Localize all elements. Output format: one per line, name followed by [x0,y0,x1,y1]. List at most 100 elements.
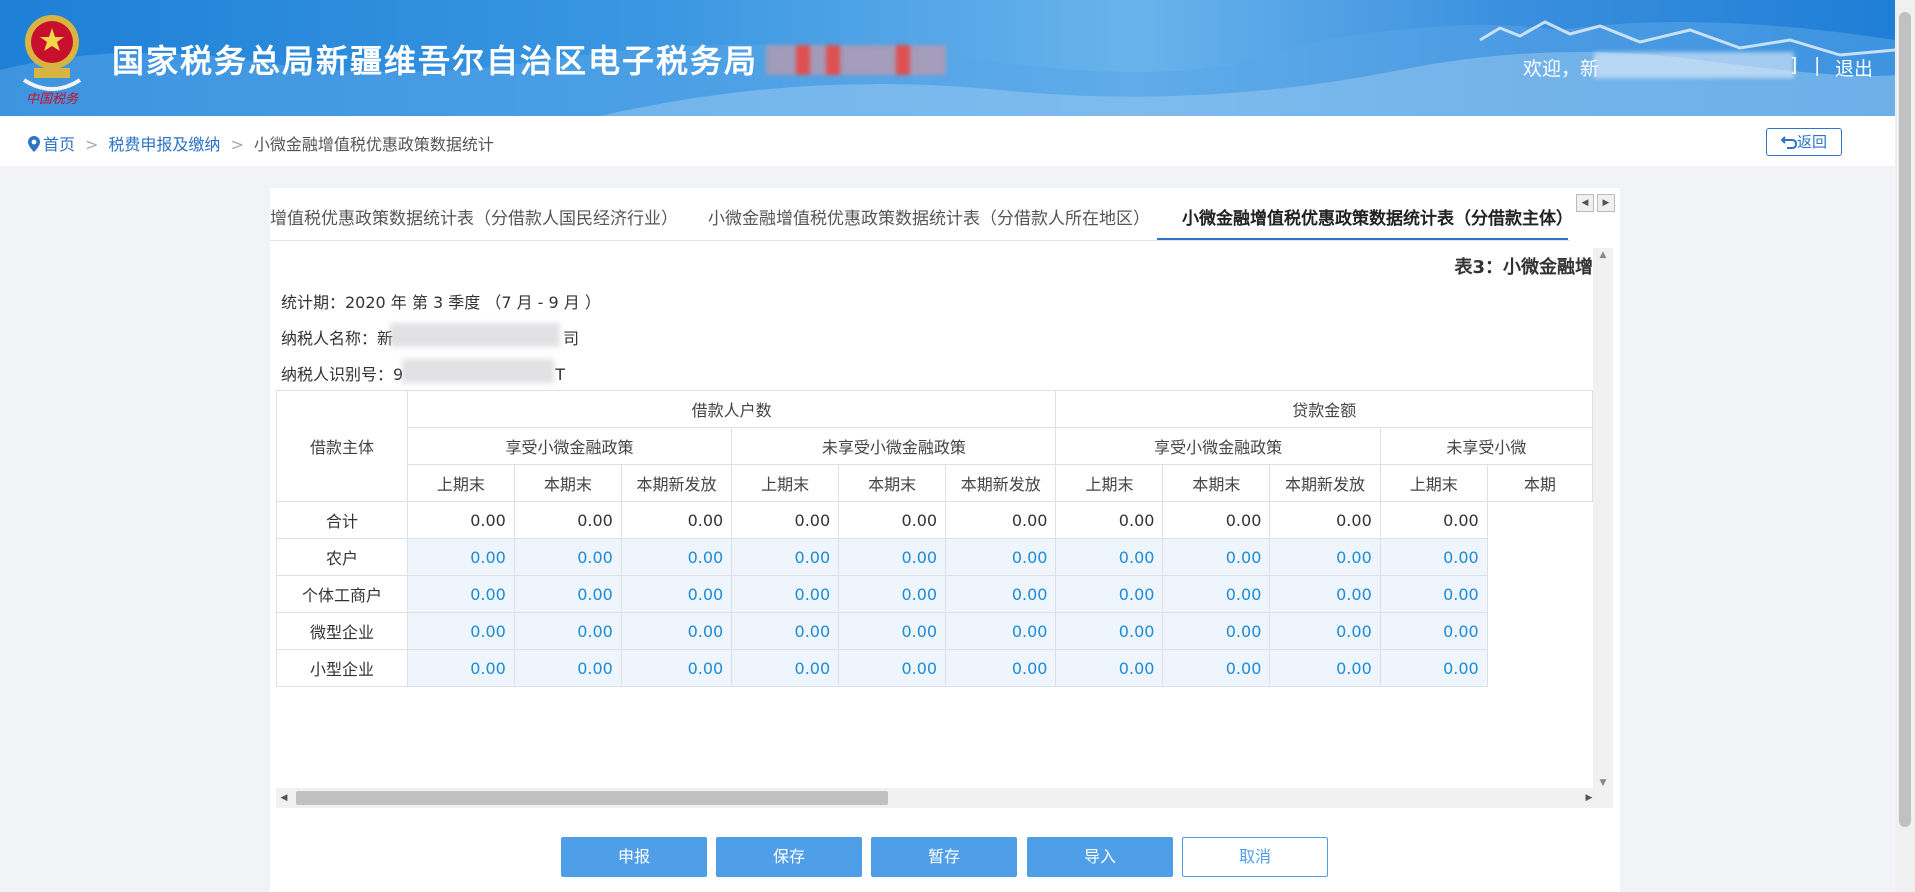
subheader-not-enjoy-policy: 未享受小微金融政策 [731,427,1057,465]
row-label: 微型企业 [276,612,408,650]
input-cell[interactable]: 0.00 [838,538,947,576]
input-cell[interactable]: 0.00 [838,649,947,687]
logout-link[interactable]: 退出 [1835,54,1873,81]
group-header-borrower-count: 借款人户数 [406,390,1057,428]
site-title: 国家税务总局新疆维吾尔自治区电子税务局 [112,42,759,80]
breadcrumb-bar: 首页 > 税费申报及缴纳 > 小微金融增值税优惠政策数据统计 [0,116,1895,166]
total-cell: 0.00 [731,501,840,539]
scroll-right-icon[interactable]: ▶ [1581,788,1597,808]
scroll-left-icon[interactable]: ◀ [276,788,292,808]
input-cell[interactable]: 0.00 [731,538,840,576]
input-cell[interactable]: 0.00 [731,649,840,687]
page-scrollbar[interactable] [1895,0,1915,892]
welcome-text: 欢迎，新 [1523,58,1600,80]
input-cell[interactable]: 0.00 [620,575,733,613]
table-row: 微型企业 0.00 0.00 0.00 0.00 0.00 0.00 0.00 0.00 0.00… [276,612,1593,650]
tab-by-borrower-type[interactable]: 小微金融增值税优惠政策数据统计表（分借款主体） [1182,204,1570,229]
header-separator: | [1814,54,1821,76]
col-current-period-end: 本期末 [1162,464,1271,502]
input-cell[interactable]: 0.00 [945,649,1057,687]
input-cell[interactable]: 0.00 [731,612,840,650]
row-label: 合计 [276,501,408,539]
row-label: 农户 [276,538,408,576]
welcome-tail: ] [1790,54,1798,76]
statistics-period: 统计期：2020 年 第 3 季度 （7 月 - 9 月 ） [281,293,601,312]
total-cell: 0.00 [945,501,1057,539]
input-cell[interactable]: 0.00 [1269,538,1381,576]
table-row: 个体工商户 0.00 0.00 0.00 0.00 0.00 0.00 0.00 0.00 0.0… [276,575,1593,613]
input-cell[interactable]: 0.00 [731,575,840,613]
input-cell[interactable]: 0.00 [838,575,947,613]
redacted-username [1594,52,1794,78]
col-new-issued: 本期新发放 [620,464,733,502]
input-cell[interactable]: 0.00 [513,575,622,613]
breadcrumb-tax-declaration[interactable]: 税费申报及缴纳 [108,135,220,154]
subheader-enjoy-policy: 享受小微金融政策 [406,427,733,465]
input-cell[interactable]: 0.00 [1379,575,1488,613]
input-cell[interactable]: 0.00 [406,575,515,613]
scroll-up-icon[interactable]: ▲ [1593,248,1613,262]
input-cell[interactable]: 0.00 [1162,575,1271,613]
tab-scroll-left-icon[interactable]: ◀ [1576,194,1594,212]
return-arrow-icon [1780,136,1797,149]
back-button[interactable]: 返回 [1766,128,1842,156]
table-horizontal-scrollbar[interactable]: ◀ ▶ [276,788,1613,808]
table-row: 小型企业 0.00 0.00 0.00 0.00 0.00 0.00 0.00 0.00 0.00… [276,649,1593,687]
input-cell[interactable]: 0.00 [1055,649,1164,687]
col-new-issued: 本期新发放 [945,464,1057,502]
total-cell: 0.00 [838,501,947,539]
input-cell[interactable]: 0.00 [1269,612,1381,650]
row-header-borrower-type: 借款主体 [276,390,408,502]
col-current-period-end: 本期末 [838,464,947,502]
input-cell[interactable]: 0.00 [1379,649,1488,687]
input-cell[interactable]: 0.00 [1055,575,1164,613]
statistics-table: 借款主体 借款人户数 贷款金额 享受小微金融政策 未享受小微金融政策 享受小微金… [276,390,1593,687]
input-cell[interactable]: 0.00 [513,538,622,576]
input-cell[interactable]: 0.00 [1055,538,1164,576]
input-cell[interactable]: 0.00 [620,649,733,687]
input-cell[interactable]: 0.00 [406,649,515,687]
cancel-button[interactable]: 取消 [1182,837,1328,877]
tab-bar: 增值税优惠政策数据统计表（分借款人国民经济行业） 小微金融增值税优惠政策数据统计… [270,188,1570,241]
input-cell[interactable]: 0.00 [620,538,733,576]
tab-by-industry[interactable]: 增值税优惠政策数据统计表（分借款人国民经济行业） [270,204,678,229]
submit-button[interactable]: 申报 [561,837,707,877]
input-cell[interactable]: 0.00 [620,612,733,650]
tab-scroll-right-icon[interactable]: ▶ [1597,194,1615,212]
col-current-period-end: 本期 [1486,464,1593,502]
input-cell[interactable]: 0.00 [945,538,1057,576]
save-button[interactable]: 保存 [716,837,862,877]
input-cell[interactable]: 0.00 [1162,538,1271,576]
input-cell[interactable]: 0.00 [1269,575,1381,613]
col-prev-period-end: 上期末 [406,464,515,502]
input-cell[interactable]: 0.00 [1055,612,1164,650]
input-cell[interactable]: 0.00 [1379,612,1488,650]
emblem-caption: 中国税务 [26,92,79,106]
total-cell: 0.00 [620,501,733,539]
input-cell[interactable]: 0.00 [406,612,515,650]
table-row: 合计 0.00 0.00 0.00 0.00 0.00 0.00 0.00 0.00 0.00 0.… [276,501,1593,539]
input-cell[interactable]: 0.00 [406,538,515,576]
input-cell[interactable]: 0.00 [513,649,622,687]
input-cell[interactable]: 0.00 [945,612,1057,650]
subheader-enjoy-policy: 享受小微金融政策 [1055,427,1381,465]
input-cell[interactable]: 0.00 [513,612,622,650]
form-content: 表3：小微金融增 统计期：2020 年 第 3 季度 （7 月 - 9 月 ） … [270,243,1593,790]
input-cell[interactable]: 0.00 [1269,649,1381,687]
page-scrollbar-thumb[interactable] [1899,12,1911,827]
temp-save-button[interactable]: 暂存 [871,837,1017,877]
input-cell[interactable]: 0.00 [1379,538,1488,576]
breadcrumb-home[interactable]: 首页 [43,135,75,154]
input-cell[interactable]: 0.00 [1162,612,1271,650]
table-vertical-scrollbar[interactable]: ▲ ▼ [1593,248,1613,790]
input-cell[interactable]: 0.00 [1162,649,1271,687]
breadcrumb-current: 小微金融增值税优惠政策数据统计 [253,135,494,154]
row-label: 个体工商户 [276,575,408,613]
input-cell[interactable]: 0.00 [838,612,947,650]
tab-by-region[interactable]: 小微金融增值税优惠政策数据统计表（分借款人所在地区） [708,204,1150,229]
input-cell[interactable]: 0.00 [945,575,1057,613]
total-cell: 0.00 [1269,501,1381,539]
import-button[interactable]: 导入 [1027,837,1173,877]
horizontal-scrollbar-thumb[interactable] [296,791,888,805]
group-header-loan-amount: 贷款金额 [1055,390,1593,428]
